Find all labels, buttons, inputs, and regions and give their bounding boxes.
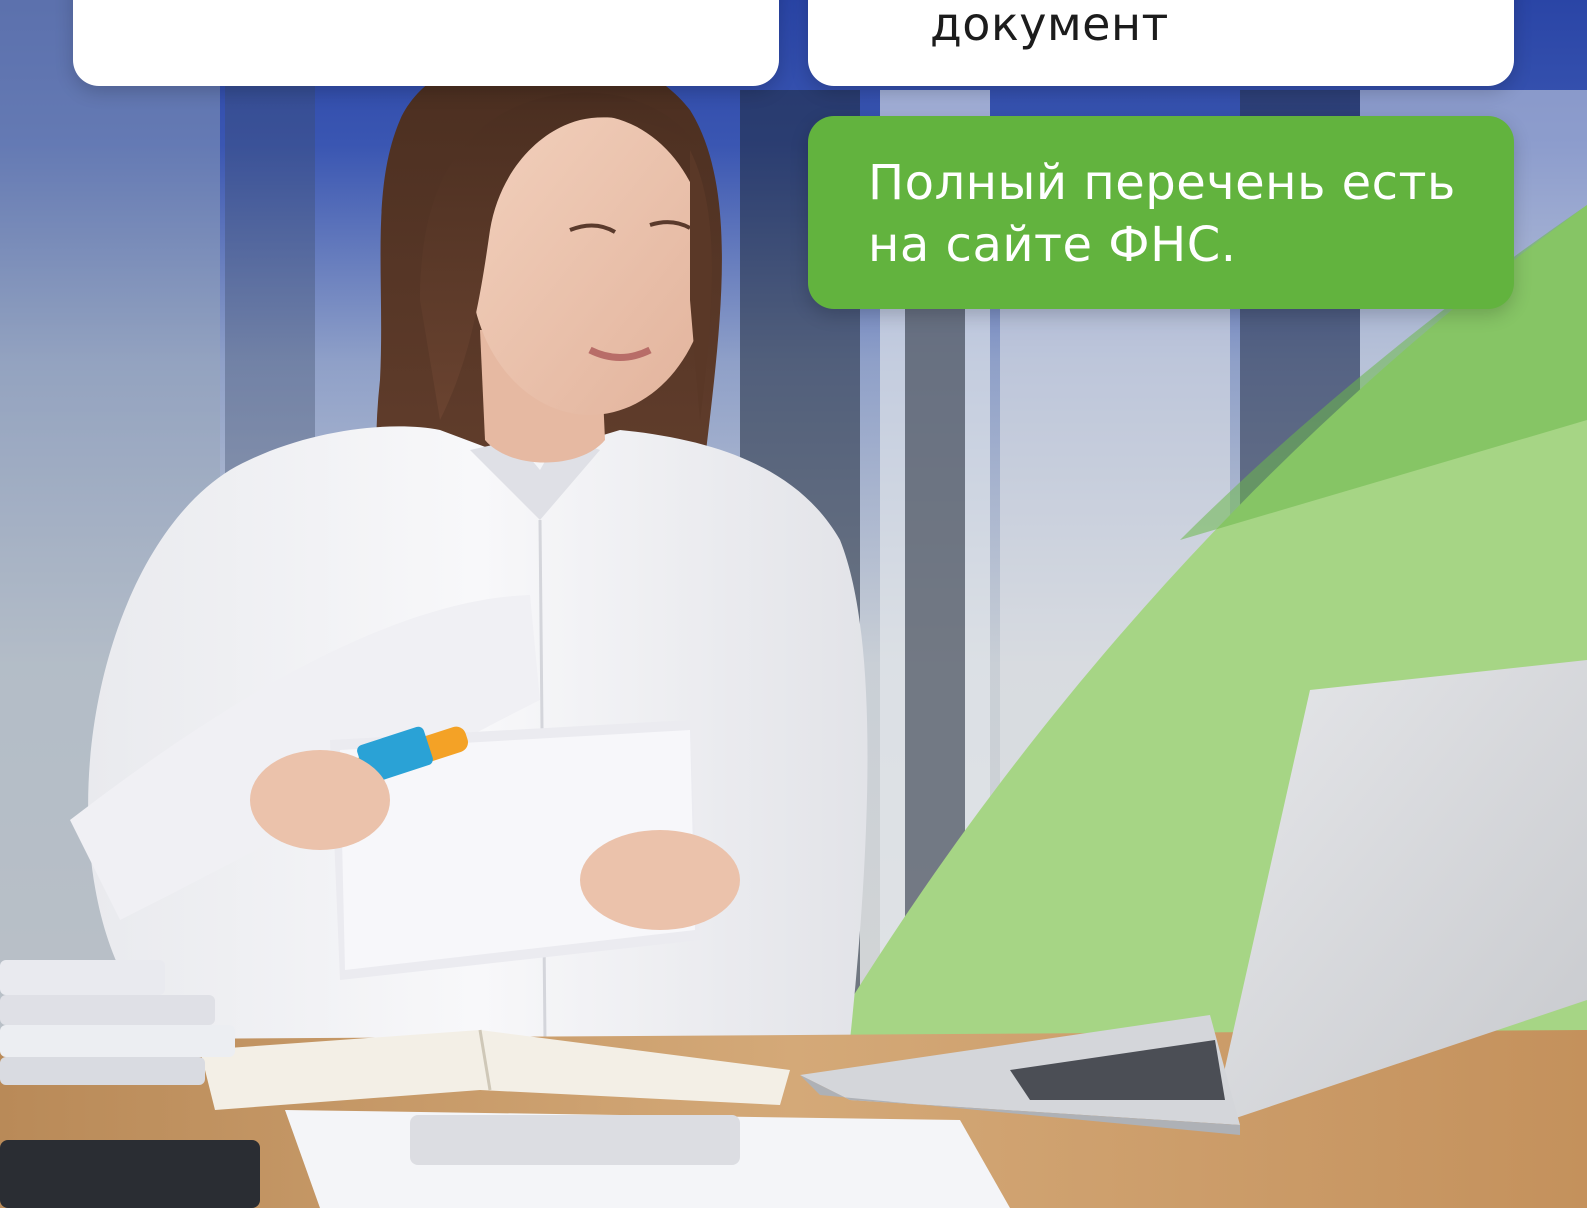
promo-banner: документ Полный перечень есть на сайте Ф… [0, 0, 1587, 1208]
info-card-left [73, 0, 779, 86]
info-card-right: документ [808, 0, 1514, 86]
green-callout-card: Полный перечень есть на сайте ФНС. [808, 116, 1514, 309]
green-callout-text: Полный перечень есть на сайте ФНС. [868, 155, 1456, 273]
info-card-right-text: документ [930, 0, 1169, 51]
